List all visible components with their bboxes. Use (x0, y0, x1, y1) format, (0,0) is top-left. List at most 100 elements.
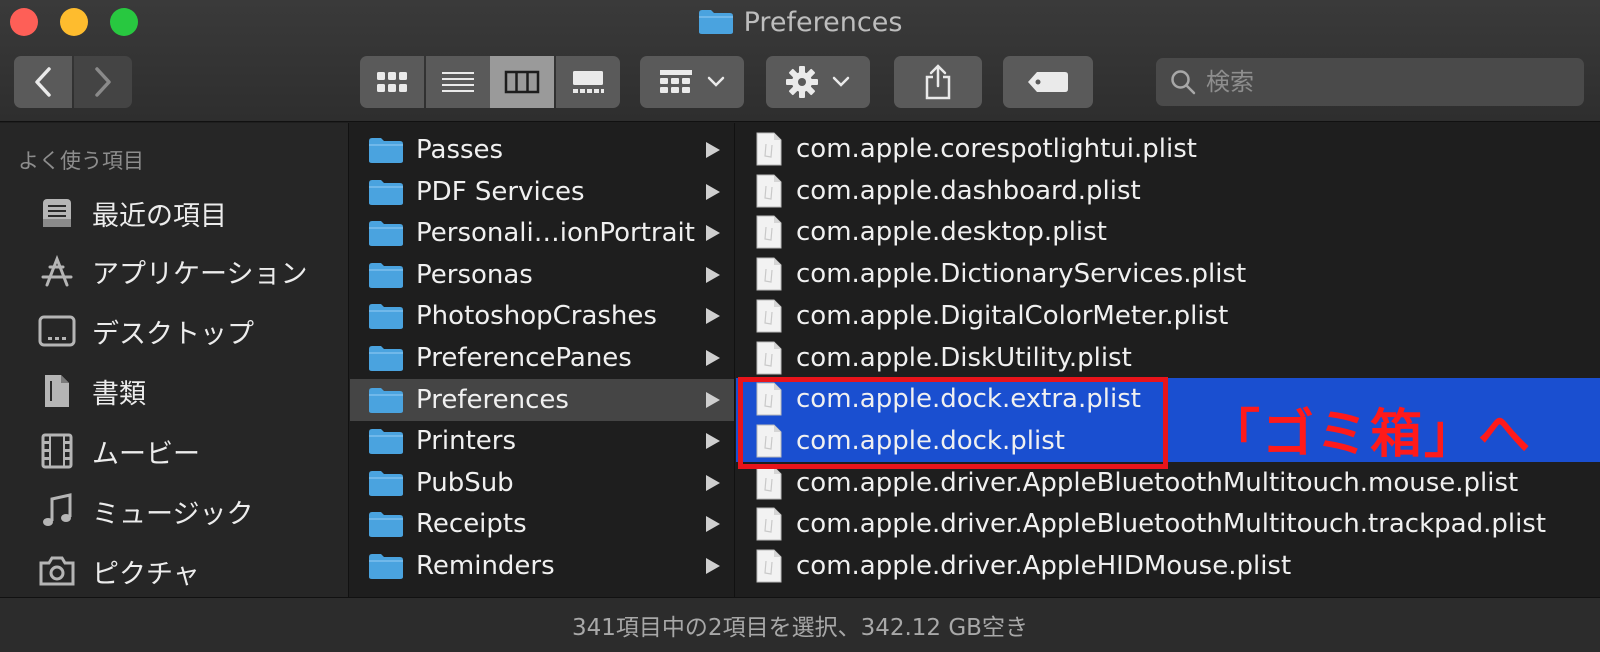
plist-file-icon (756, 549, 782, 583)
folder-row[interactable]: Receipts (350, 503, 734, 545)
sidebar-item-recents[interactable]: 最近の項目 (0, 185, 348, 241)
folder-label: Receipts (416, 509, 527, 540)
file-label: com.apple.dock.plist (796, 425, 1065, 456)
chevron-left-icon (35, 67, 51, 97)
file-row[interactable]: com.apple.corespotlightui.plist (736, 128, 1600, 170)
tag-button[interactable] (1003, 56, 1093, 108)
file-label: com.apple.DiskUtility.plist (796, 342, 1132, 373)
file-label: com.apple.dock.extra.plist (796, 384, 1141, 415)
sidebar-item-applications[interactable]: アプリケーション (0, 243, 348, 299)
sidebar-item-label: デスクトップ (92, 318, 254, 350)
file-row[interactable]: com.apple.DigitalColorMeter.plist (736, 295, 1600, 337)
sidebar-item-pictures[interactable]: ピクチャ (0, 543, 348, 597)
disclosure-arrow-icon (706, 266, 720, 283)
file-row[interactable]: com.apple.desktop.plist (736, 211, 1600, 253)
view-switcher (360, 56, 620, 108)
folder-row[interactable]: Preferences (350, 378, 734, 421)
disclosure-arrow-icon (706, 308, 720, 325)
plist-file-icon (756, 215, 782, 249)
folder-icon (369, 221, 403, 247)
list-view-button[interactable] (426, 56, 490, 108)
folder-row[interactable]: Reminders (350, 545, 734, 587)
status-text: 341項目中の2項目を選択、342.12 GB空き (572, 615, 1028, 641)
folder-label: PubSub (416, 467, 514, 498)
share-button[interactable] (894, 56, 982, 108)
disclosure-arrow-icon (706, 558, 720, 574)
folder-icon (369, 387, 403, 413)
folder-label: Reminders (416, 551, 555, 581)
disclosure-arrow-icon (706, 225, 720, 242)
file-label: com.apple.driver.AppleBluetoothMultitouc… (796, 467, 1519, 498)
file-label: com.apple.driver.AppleHIDMouse.plist (796, 551, 1292, 581)
file-row[interactable]: com.apple.driver.AppleBluetoothMultitouc… (736, 503, 1600, 545)
music-icon (36, 490, 78, 532)
column-divider[interactable] (348, 123, 349, 597)
folder-icon (369, 262, 403, 288)
action-menu-button[interactable] (766, 56, 870, 108)
forward-button[interactable] (74, 56, 132, 108)
file-row[interactable]: com.apple.dashboard.plist (736, 170, 1600, 212)
folder-row[interactable]: PhotoshopCrashes (350, 295, 734, 337)
disclosure-arrow-icon (706, 350, 720, 366)
sidebar-item-movies[interactable]: ムービー (0, 423, 348, 479)
folder-row[interactable]: Personali…ionPortrait (350, 212, 734, 254)
disclosure-arrow-icon (706, 142, 720, 158)
folder-icon (369, 304, 403, 330)
folder-icon (369, 346, 403, 371)
sidebar-item-label: ムービー (92, 438, 200, 470)
folder-label: PhotoshopCrashes (416, 301, 657, 332)
folder-icon (369, 138, 403, 163)
sidebar-item-label: ピクチャ (92, 558, 200, 590)
folder-label: Personas (416, 259, 533, 290)
sidebar-item-label: ミュージック (92, 498, 254, 530)
disclosure-arrow-icon (706, 391, 720, 408)
folder-label: PreferencePanes (416, 343, 632, 373)
folder-row[interactable]: Printers (350, 420, 734, 462)
disclosure-arrow-icon (706, 183, 720, 200)
gallery-icon (573, 71, 604, 93)
folder-row[interactable]: PreferencePanes (350, 337, 734, 379)
grid-icon (377, 72, 407, 92)
file-label: com.apple.DictionaryServices.plist (796, 259, 1247, 290)
navigation-group (14, 56, 134, 108)
file-row[interactable]: com.apple.driver.AppleBluetoothMultitouc… (736, 462, 1600, 504)
column-view-button[interactable] (490, 56, 554, 108)
chevron-right-icon (95, 67, 111, 97)
folder-row[interactable]: PubSub (350, 462, 734, 504)
gear-icon (786, 66, 818, 98)
sidebar-item-documents[interactable]: 書類 (0, 363, 348, 419)
annotation-text: 「ゴミ箱」へ (1208, 405, 1533, 465)
status-bar: 341項目中の2項目を選択、342.12 GB空き (0, 597, 1600, 652)
sidebar-item-desktop[interactable]: デスクトップ (0, 303, 348, 359)
icon-view-button[interactable] (360, 56, 424, 108)
column-divider[interactable] (734, 123, 735, 597)
folder-icon (369, 512, 403, 538)
search-input[interactable] (1206, 68, 1546, 96)
folder-label: Printers (416, 426, 517, 457)
folder-row[interactable]: Personas (350, 254, 734, 296)
window-title-text: Preferences (743, 7, 903, 38)
columns-icon (504, 70, 540, 94)
file-row[interactable]: com.apple.DictionaryServices.plist (736, 253, 1600, 295)
recents-icon (36, 192, 78, 234)
file-row[interactable]: com.apple.driver.AppleHIDMouse.plist (736, 545, 1600, 587)
sidebar-heading-favorites: よく使う項目 (18, 149, 144, 173)
sidebar-item-music[interactable]: ミュージック (0, 483, 348, 539)
folder-label: Passes (416, 135, 504, 165)
plist-file-icon (756, 257, 782, 291)
gallery-view-button[interactable] (556, 56, 620, 108)
file-row[interactable]: com.apple.DiskUtility.plist (736, 337, 1600, 379)
documents-icon (36, 370, 78, 412)
sidebar: よく使う項目 最近の項目 アプリケーション デスクトップ 書類 ムービー ミュー… (0, 123, 348, 597)
plist-file-icon (756, 507, 782, 541)
search-icon (1171, 70, 1196, 95)
disclosure-arrow-icon (706, 516, 720, 533)
folder-label: Preferences (416, 384, 569, 415)
group-by-button[interactable] (640, 56, 744, 108)
folder-row[interactable]: Passes (350, 129, 734, 171)
back-button[interactable] (14, 56, 72, 108)
folder-row[interactable]: PDF Services (350, 171, 734, 213)
sidebar-item-label: 書類 (92, 378, 146, 410)
search-field[interactable] (1156, 58, 1584, 106)
plist-file-icon (756, 424, 782, 458)
